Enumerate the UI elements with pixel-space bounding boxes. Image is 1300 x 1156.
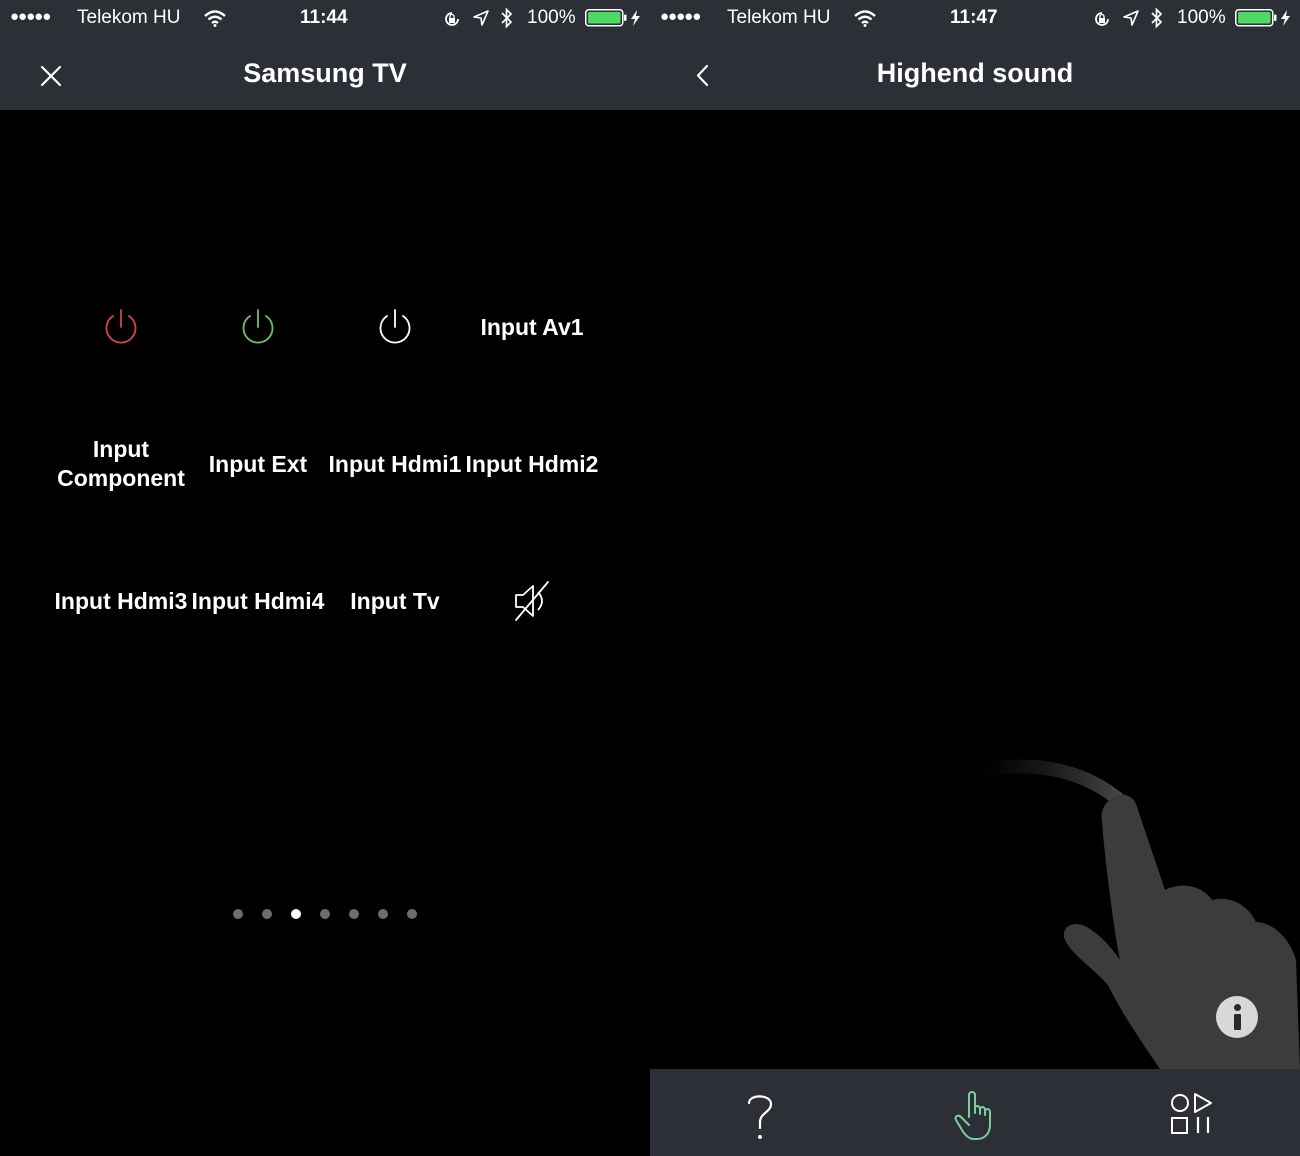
signal-strength-icon: ●●●●● (660, 8, 701, 25)
page-title: Highend sound (876, 58, 1074, 88)
orientation-lock-icon (445, 12, 459, 26)
input-hdmi3-button[interactable]: Input Hdmi3 (53, 546, 189, 656)
power-icon (242, 309, 274, 344)
battery-percent: 100% (527, 7, 576, 28)
battery-charging-icon (585, 9, 640, 27)
command-label: Input Component (57, 436, 185, 491)
power-button[interactable] (53, 272, 189, 382)
input-hdmi2-button[interactable]: Input Hdmi2 (464, 409, 600, 519)
input-hdmi4-button[interactable]: Input Hdmi4 (190, 546, 326, 656)
page-dot[interactable] (233, 909, 243, 919)
command-label: Input Hdmi4 (191, 587, 325, 614)
command-label: Input Tv (350, 587, 440, 614)
page-dot[interactable] (320, 909, 330, 919)
help-overlay-screen: ●●●●● Telekom HU 11:47 100% Highend soun… (650, 0, 1300, 1156)
mute-button[interactable] (464, 546, 600, 656)
command-label: Input Ext (208, 450, 308, 477)
power-button[interactable] (327, 272, 463, 382)
navigation-bar: Highend sound (650, 36, 1300, 110)
command-label: Input Av1 (480, 313, 584, 340)
wifi-icon (854, 10, 876, 27)
status-bar: ●●●●● Telekom HU 11:44 100% (0, 0, 650, 36)
location-icon (473, 10, 489, 26)
command-label: Input Hdmi3 (54, 587, 188, 614)
power-button[interactable] (190, 272, 326, 382)
bluetooth-icon (501, 7, 513, 29)
power-icon (379, 309, 411, 344)
help-icon[interactable] (730, 1087, 790, 1143)
input-hdmi1-button[interactable]: Input Hdmi1 (327, 409, 463, 519)
wifi-icon (204, 10, 226, 27)
page-dot[interactable] (407, 909, 417, 919)
signal-strength-icon: ●●●●● (10, 8, 51, 25)
info-icon (1234, 1004, 1241, 1011)
mute-icon (515, 581, 549, 621)
command-label: Input Hdmi1 (328, 450, 462, 477)
hand-pointer-icon[interactable] (945, 1087, 1005, 1143)
page-dot[interactable] (291, 909, 301, 919)
remote-screen: ●●●●● Telekom HU 11:44 100% Samsung TV I… (0, 0, 650, 1156)
navigation-bar: Samsung TV (0, 36, 650, 110)
page-title: Samsung TV (243, 58, 407, 88)
carrier-name: Telekom HU (77, 7, 181, 28)
clock: 11:47 (950, 7, 998, 28)
clock: 11:44 (300, 7, 348, 28)
input-ext-button[interactable]: Input Ext (190, 409, 326, 519)
info-button[interactable] (1216, 996, 1258, 1038)
input-av1-button[interactable]: Input Av1 (464, 272, 600, 382)
location-icon (1123, 10, 1139, 26)
bluetooth-icon (1151, 7, 1163, 29)
page-dot[interactable] (262, 909, 272, 919)
battery-percent: 100% (1177, 7, 1226, 28)
media-controls-icon[interactable] (1162, 1087, 1222, 1143)
battery-charging-icon (1235, 9, 1290, 27)
input-tv-button[interactable]: Input Tv (327, 546, 463, 656)
page-indicator[interactable] (0, 909, 650, 921)
power-icon (105, 309, 137, 344)
bottom-tab-bar (650, 1069, 1300, 1156)
page-dot[interactable] (349, 909, 359, 919)
carrier-name: Telekom HU (727, 7, 831, 28)
input-component-button[interactable]: Input Component (53, 409, 189, 519)
orientation-lock-icon (1095, 12, 1109, 26)
status-bar: ●●●●● Telekom HU 11:47 100% (650, 0, 1300, 36)
command-label: Input Hdmi2 (465, 450, 599, 477)
page-dot[interactable] (378, 909, 388, 919)
